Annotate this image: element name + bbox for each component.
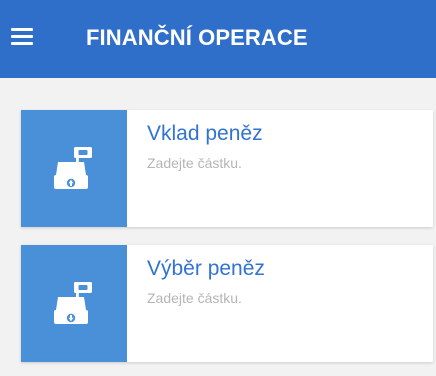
deposit-icon-tile [21, 110, 127, 227]
page-title: FINANČNÍ OPERACE [86, 25, 308, 50]
withdrawal-subtitle: Zadejte částku. [147, 290, 242, 306]
cash-register-arrow-down-icon [54, 282, 92, 324]
withdrawal-card[interactable]: Výběr peněz Zadejte částku. [21, 245, 433, 362]
withdrawal-icon-tile [21, 245, 127, 362]
deposit-title: Vklad peněz [147, 122, 263, 145]
operations-list: Vklad peněz Zadejte částku. Výběr peněz … [0, 78, 436, 376]
withdrawal-title: Výběr peněz [147, 257, 265, 280]
deposit-card[interactable]: Vklad peněz Zadejte částku. [21, 110, 433, 227]
cash-register-arrow-up-icon [54, 147, 92, 189]
deposit-subtitle: Zadejte částku. [147, 155, 242, 171]
top-app-bar: FINANČNÍ OPERACE [0, 0, 436, 78]
hamburger-menu-icon[interactable] [11, 28, 33, 46]
